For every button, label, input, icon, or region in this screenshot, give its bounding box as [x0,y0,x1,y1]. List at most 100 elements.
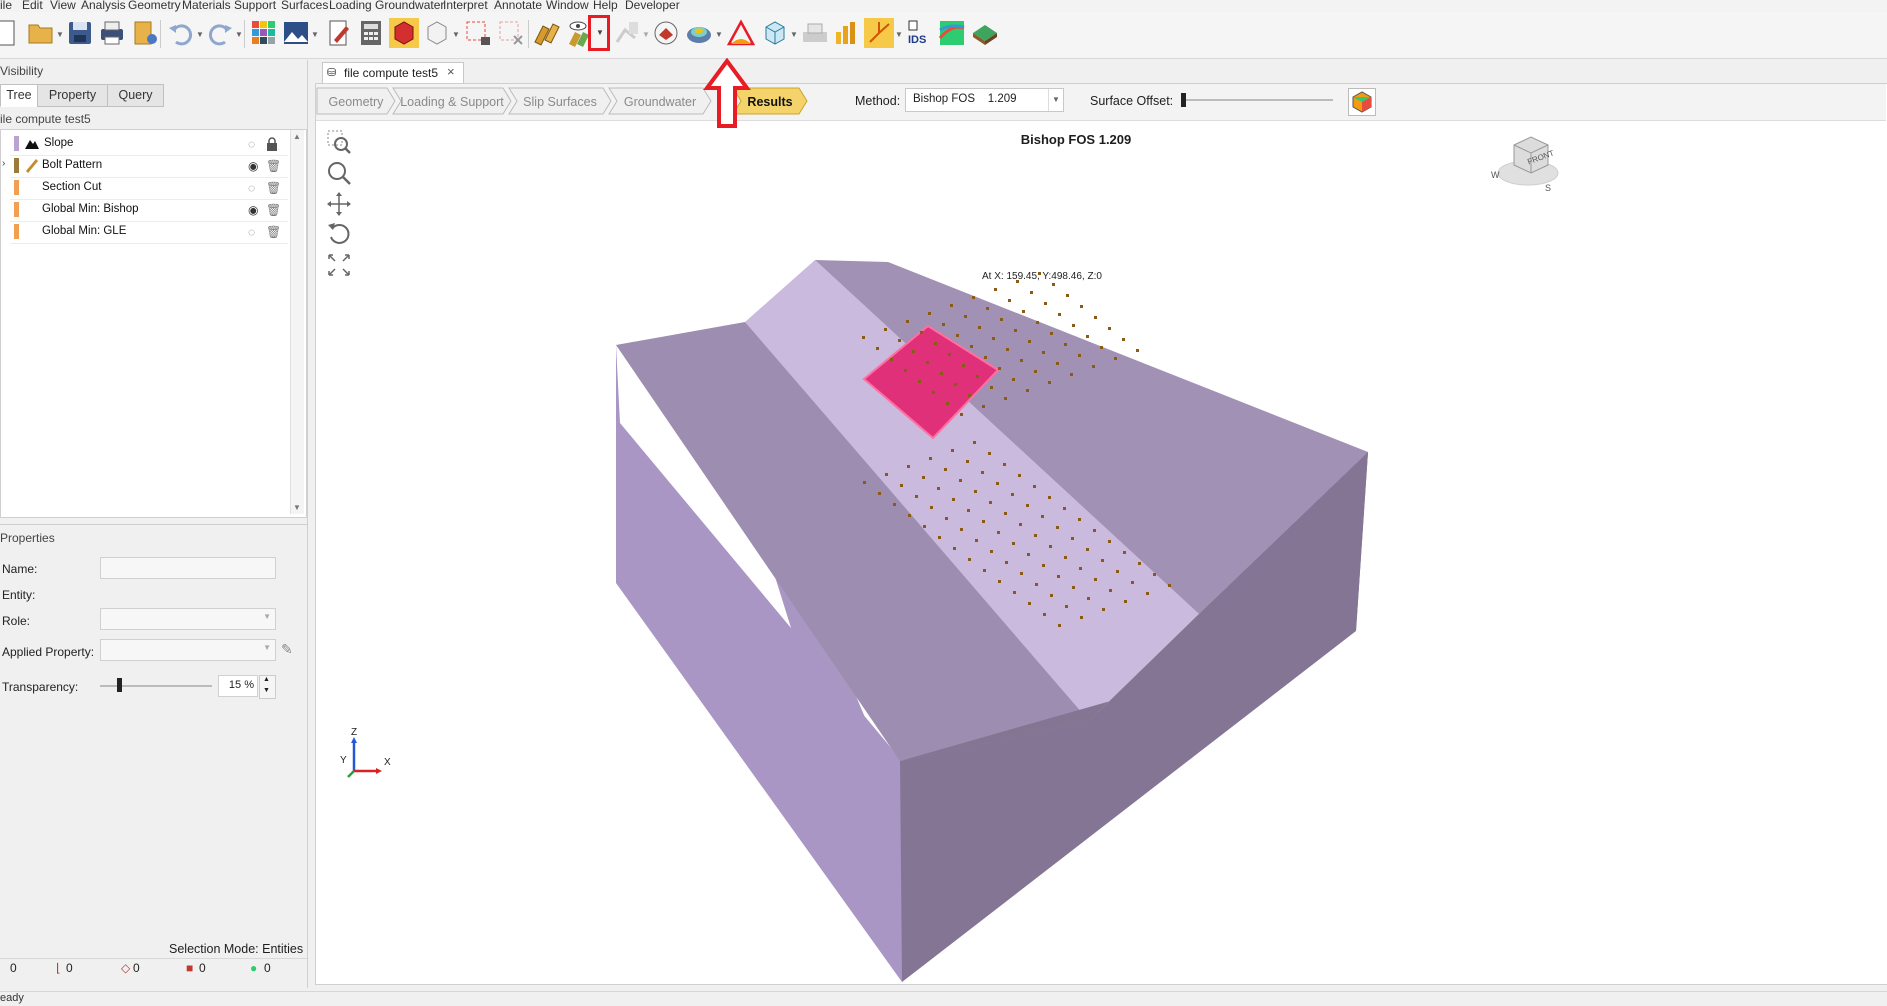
bolt-marker [898,339,901,342]
eye-visible-icon[interactable]: ◉ [248,203,262,217]
axis-dropdown-icon[interactable]: ▼ [895,30,903,39]
menu-geometry[interactable]: Geometry [128,0,181,12]
step-loading-support[interactable]: Loading & Support [392,87,512,115]
menu-view[interactable]: View [50,0,76,12]
export-icon[interactable] [130,18,160,48]
spin-up-icon[interactable]: ▲ [263,676,270,683]
lock-icon[interactable] [266,137,280,151]
scroll-up-icon[interactable]: ▲ [293,132,301,141]
contour-map-icon[interactable] [937,18,967,48]
tree-item-section-cut[interactable]: Section Cut ◌ 🗑 [10,177,288,200]
box-dropdown-icon[interactable]: ▼ [452,30,460,39]
3d-viewport[interactable]: Bishop FOS 1.209 At X: 159.45, Y:498.46,… [316,121,1886,982]
eye-hidden-icon[interactable]: ◌ [248,181,262,195]
surface-offset-thumb[interactable] [1181,93,1186,107]
section-icon[interactable] [651,18,681,48]
step-slip-surfaces[interactable]: Slip Surfaces [508,87,612,115]
tree-item-global-min-bishop[interactable]: Global Min: Bishop ◉ 🗑 [10,199,288,222]
lock-select-icon[interactable] [463,18,493,48]
scroll-down-icon[interactable]: ▼ [293,503,301,512]
delete-icon[interactable]: 🗑 [266,159,281,173]
menu-loading[interactable]: Loading [329,0,372,12]
applied-property-select[interactable]: ▼ [100,639,276,661]
tree-item-slope[interactable]: Slope ◌ [10,133,288,156]
role-select[interactable]: ▼ [100,608,276,630]
legend-settings-button[interactable] [1348,88,1376,116]
eye-hidden-icon[interactable]: ◌ [248,225,262,239]
edit-property-icon[interactable]: ✎ [281,641,293,658]
disabled-dropdown-icon[interactable]: ▼ [642,30,650,39]
cube-dropdown-icon[interactable]: ▼ [790,30,798,39]
tab-tree[interactable]: Tree [0,84,38,107]
ids-icon[interactable]: IDS [904,18,934,48]
image-dropdown-icon[interactable]: ▼ [311,30,319,39]
view-cube[interactable]: FRONT W S [1491,129,1566,199]
image-icon[interactable] [281,18,311,48]
eye-visible-icon[interactable]: ◉ [248,159,262,173]
spin-down-icon[interactable]: ▼ [263,687,270,694]
bolt-marker [990,550,993,553]
tab-property[interactable]: Property [37,84,108,107]
undo-dropdown-icon[interactable]: ▼ [196,30,204,39]
menu-window[interactable]: Window [546,0,589,12]
menu-help[interactable]: Help [593,0,618,12]
axis-icon[interactable] [864,18,894,48]
bolt-marker [1168,584,1171,587]
bolt-pattern-icon[interactable] [531,18,561,48]
tab-query[interactable]: Query [107,84,164,107]
transparency-spinner[interactable]: ▲ ▼ [259,675,276,699]
undo-icon[interactable] [166,18,196,48]
open-dropdown-icon[interactable]: ▼ [56,30,64,39]
menu-interpret[interactable]: Interpret [443,0,488,12]
delete-icon[interactable]: 🗑 [266,203,281,217]
contour-dropdown-icon[interactable]: ▼ [715,30,723,39]
support-icon[interactable] [800,18,830,48]
method-select[interactable]: Bishop FOS 1.209 ▼ [905,88,1064,112]
contour-icon[interactable] [684,18,714,48]
chart-icon[interactable] [831,18,861,48]
delete-icon[interactable]: 🗑 [266,225,281,239]
redo-icon[interactable] [205,18,235,48]
menu-edit[interactable]: Edit [22,0,43,12]
bolt-marker [900,484,903,487]
transparency-input[interactable]: 15 % [218,675,258,697]
menu-materials[interactable]: Materials [182,0,231,12]
document-tab[interactable]: ⛁ file compute test5 × [322,62,464,83]
tree-item-bolt-pattern[interactable]: › Bolt Pattern ◉ 🗑 [2,155,288,178]
menu-groundwater[interactable]: Groundwater [375,0,444,12]
deselect-icon[interactable] [496,18,526,48]
face-icon: ◇ [121,961,131,975]
save-icon[interactable] [65,18,95,48]
menu-surfaces[interactable]: Surfaces [281,0,328,12]
step-groundwater[interactable]: Groundwater [608,87,712,115]
step-geometry[interactable]: Geometry [316,87,396,115]
menu-support[interactable]: Support [234,0,276,12]
transparency-slider-thumb[interactable] [116,678,122,692]
close-tab-icon[interactable]: × [447,64,455,79]
new-file-icon[interactable] [0,18,22,48]
calculator-icon[interactable] [356,18,386,48]
surface-offset-track[interactable] [1181,99,1333,101]
disabled-bolt-icon[interactable] [612,18,642,48]
tree-scrollbar[interactable]: ▲ ▼ [290,130,304,514]
menu-developer[interactable]: Developer [625,0,680,12]
menu-annotate[interactable]: Annotate [494,0,542,12]
menu-file[interactable]: ile [0,0,12,12]
eye-hidden-icon[interactable]: ◌ [248,137,262,151]
bolt-dropdown-button[interactable]: ▼ [588,15,610,51]
wire-box-icon[interactable] [422,18,452,48]
menu-analysis[interactable]: Analysis [81,0,126,12]
cube-view-icon[interactable] [760,18,790,48]
edit-icon[interactable] [324,18,354,48]
grid-view-icon[interactable] [249,18,279,48]
slice-icon[interactable] [725,18,755,48]
surface-icon[interactable] [970,18,1000,48]
redo-dropdown-icon[interactable]: ▼ [235,30,243,39]
expand-chevron-icon[interactable]: › [2,158,5,169]
open-folder-icon[interactable] [26,18,56,48]
solid-box-icon[interactable] [389,18,419,48]
tree-item-global-min-gle[interactable]: Global Min: GLE ◌ 🗑 [10,221,288,244]
print-icon[interactable] [97,18,127,48]
name-field[interactable] [100,557,276,579]
delete-icon[interactable]: 🗑 [266,181,281,195]
